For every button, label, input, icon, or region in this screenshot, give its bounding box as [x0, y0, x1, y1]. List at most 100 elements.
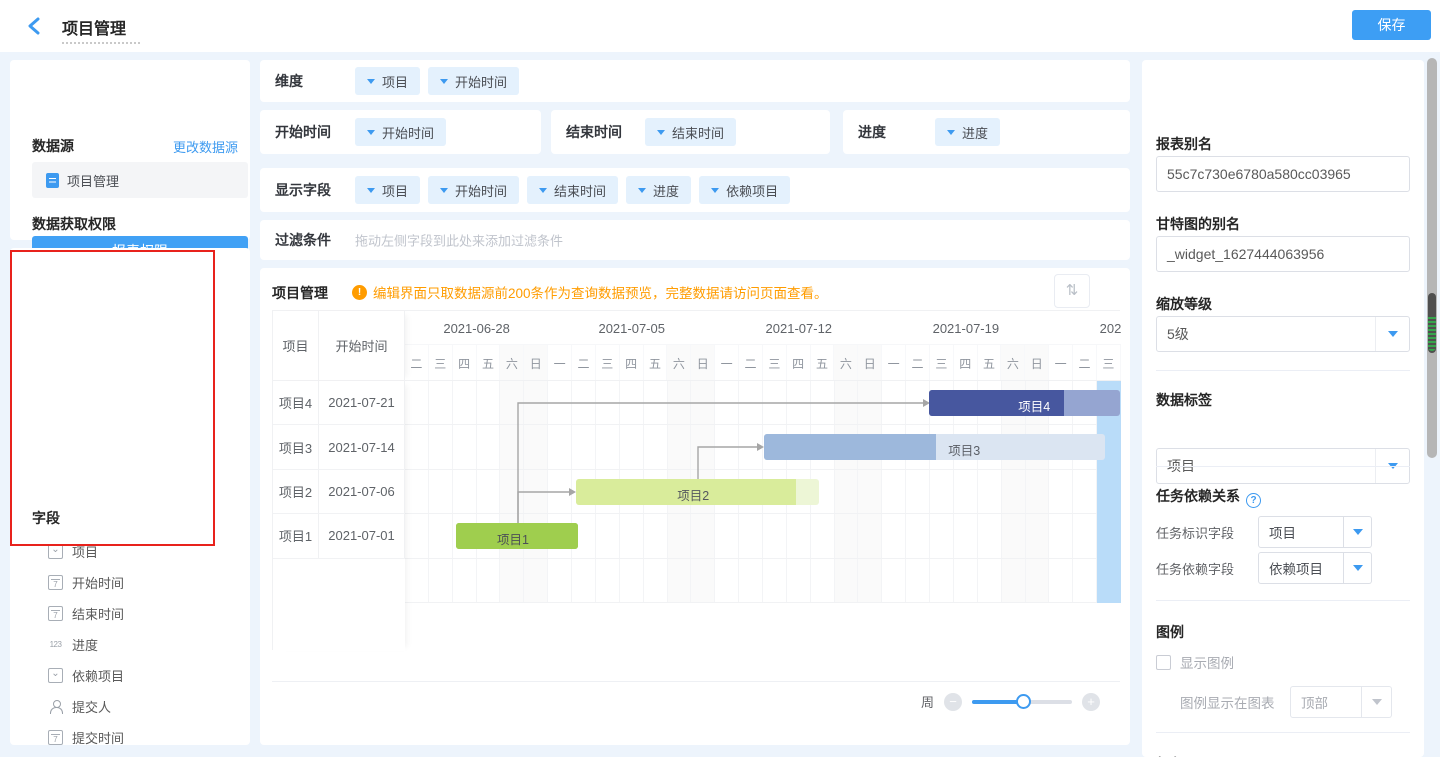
- zoom-level-select[interactable]: 5级: [1156, 316, 1410, 352]
- day-header-cell: 五: [477, 345, 501, 381]
- task-name-cell: 项目2: [273, 470, 319, 513]
- select-icon: [48, 668, 63, 683]
- day-header-cell: 三: [763, 345, 787, 381]
- tag-label: 进度: [653, 181, 679, 200]
- legend-position-value: 顶部: [1301, 692, 1328, 712]
- task-id-value: 项目: [1269, 522, 1296, 542]
- page-title: 项目管理: [62, 15, 126, 39]
- divider: [1156, 466, 1410, 467]
- field-tag[interactable]: 结束时间: [645, 118, 736, 146]
- progress-label: 进度: [858, 122, 886, 142]
- task-id-caret-button[interactable]: [1344, 516, 1372, 548]
- column-header-project: 项目: [273, 311, 319, 381]
- legend-position-label: 图例显示在图表: [1180, 692, 1290, 712]
- field-item[interactable]: 进度: [10, 629, 250, 660]
- field-tag[interactable]: 依赖项目: [699, 176, 790, 204]
- legend-position-caret-button[interactable]: [1362, 686, 1392, 718]
- field-item[interactable]: 结束时间: [10, 598, 250, 629]
- scrollbar-thumb[interactable]: [1428, 293, 1436, 353]
- caret-down-icon: [367, 188, 375, 197]
- field-item[interactable]: 提交时间: [10, 722, 250, 753]
- field-item[interactable]: 开始时间: [10, 567, 250, 598]
- save-button[interactable]: 保存: [1352, 10, 1431, 40]
- help-icon[interactable]: ?: [1246, 493, 1261, 508]
- day-header-cell: 日: [1025, 345, 1049, 381]
- report-alias-input[interactable]: 55c7c730e6780a580cc03965: [1156, 156, 1410, 192]
- day-header-cell: 六: [834, 345, 858, 381]
- day-header-cell: 三: [429, 345, 453, 381]
- day-header-cell: 二: [1073, 345, 1097, 381]
- field-item[interactable]: 项目: [10, 536, 250, 567]
- gantt-zoom-bar: 周 − +: [921, 692, 1100, 711]
- gantt-bar-label: 项目4: [1018, 396, 1050, 415]
- back-icon[interactable]: [26, 16, 44, 36]
- day-header-cell: 六: [500, 345, 524, 381]
- table-row: 项目42021-07-21: [273, 381, 405, 425]
- person-icon: [48, 699, 63, 714]
- field-tag[interactable]: 项目: [355, 67, 420, 95]
- field-tag[interactable]: 进度: [935, 118, 1000, 146]
- calendar-icon: [48, 730, 63, 745]
- day-header-cell: 日: [524, 345, 548, 381]
- filter-placeholder: 拖动左侧字段到此处来添加过滤条件: [355, 231, 563, 250]
- task-dep-select[interactable]: 依赖项目: [1258, 552, 1344, 584]
- filter-row[interactable]: 过滤条件 拖动左侧字段到此处来添加过滤条件: [260, 220, 1130, 260]
- report-alias-value: 55c7c730e6780a580cc03965: [1167, 166, 1351, 182]
- task-dep-caret-button[interactable]: [1344, 552, 1372, 584]
- day-header-cell: 三: [1097, 345, 1121, 381]
- field-tag[interactable]: 项目: [355, 176, 420, 204]
- week-header-cell: 2021-07-12: [715, 311, 882, 345]
- datasource-item[interactable]: 项目管理: [32, 162, 248, 198]
- table-row: 项目22021-07-06: [273, 470, 405, 514]
- table-row: 项目32021-07-14: [273, 425, 405, 469]
- chevron-down-icon: [1388, 331, 1398, 342]
- gantt-bar-label: 项目2: [677, 485, 709, 504]
- task-dep-row: 任务依赖字段 依赖项目: [1156, 552, 1410, 584]
- tag-label: 结束时间: [672, 123, 724, 142]
- day-header-cell: 二: [405, 345, 429, 381]
- zoom-in-button[interactable]: +: [1082, 693, 1100, 711]
- field-list: 项目开始时间结束时间进度依赖项目提交人提交时间更新时间: [10, 536, 250, 757]
- field-item-label: 结束时间: [72, 604, 124, 623]
- tag-label: 项目: [382, 72, 408, 91]
- field-tag[interactable]: 开始时间: [428, 67, 519, 95]
- top-bar: 项目管理 保存: [0, 0, 1440, 52]
- scrollbar-track[interactable]: [1427, 58, 1437, 458]
- field-item[interactable]: 依赖项目: [10, 660, 250, 691]
- day-header-cell: 六: [1001, 345, 1025, 381]
- field-tag[interactable]: 进度: [626, 176, 691, 204]
- data-permission-label: 数据获取权限: [32, 214, 116, 234]
- sort-button[interactable]: ⇅: [1054, 274, 1090, 308]
- field-item-label: 项目: [72, 542, 98, 561]
- end-time-label: 结束时间: [566, 122, 622, 142]
- field-tag[interactable]: 开始时间: [355, 118, 446, 146]
- task-name-cell: 项目3: [273, 425, 319, 468]
- change-datasource-link[interactable]: 更改数据源: [10, 137, 238, 156]
- task-dep-label: 任务依赖字段: [1156, 559, 1258, 578]
- day-header-cell: 日: [858, 345, 882, 381]
- zoom-slider[interactable]: [972, 700, 1072, 704]
- legend-position-select[interactable]: 顶部: [1290, 686, 1362, 718]
- display-fields-tags: 项目开始时间结束时间 进度 依赖项目: [355, 176, 790, 204]
- gantt-fixed-header: 项目 开始时间: [273, 311, 405, 381]
- task-id-select[interactable]: 项目: [1258, 516, 1344, 548]
- tag-label: 开始时间: [382, 123, 434, 142]
- field-item[interactable]: 提交人: [10, 691, 250, 722]
- show-legend-checkbox[interactable]: [1156, 655, 1171, 670]
- zoom-slider-handle[interactable]: [1016, 694, 1031, 709]
- column-header-start: 开始时间: [319, 311, 405, 381]
- day-header-cell: 日: [691, 345, 715, 381]
- gantt-alias-input[interactable]: _widget_1627444063956: [1156, 236, 1410, 272]
- zoom-out-button[interactable]: −: [944, 693, 962, 711]
- gantt-bar-label: 项目1: [497, 529, 529, 548]
- field-item[interactable]: 更新时间: [10, 753, 250, 757]
- field-item-label: 开始时间: [72, 573, 124, 592]
- task-start-cell: 2021-07-01: [319, 514, 405, 557]
- field-tag[interactable]: 开始时间: [428, 176, 519, 204]
- field-tag[interactable]: 结束时间: [527, 176, 618, 204]
- gantt-bar-项目3[interactable]: [764, 434, 1106, 460]
- caret-down-icon: [638, 188, 646, 197]
- start-time-label: 开始时间: [275, 122, 331, 142]
- task-start-cell: 2021-07-14: [319, 425, 405, 468]
- gantt-fixed-body: 项目42021-07-21项目32021-07-14项目22021-07-06项…: [273, 381, 405, 651]
